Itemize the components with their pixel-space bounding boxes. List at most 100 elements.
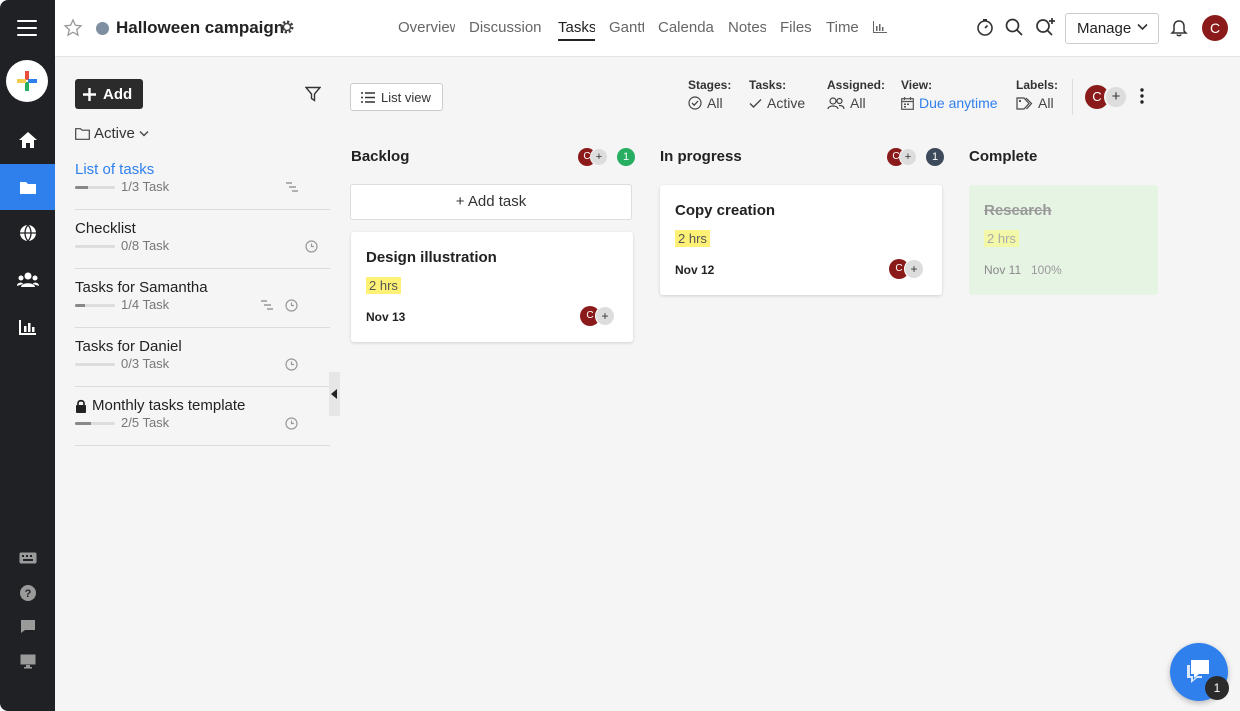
projects-nav[interactable] <box>0 164 55 210</box>
due-date: Nov 13 <box>366 310 406 324</box>
tag-icon <box>1016 96 1033 110</box>
list-item[interactable]: List of tasks 1/3 Task <box>75 151 330 210</box>
add-assignee-button[interactable]: + <box>899 148 917 166</box>
add-member-button[interactable]: + <box>1104 85 1128 109</box>
stages-filter[interactable]: Stages: All <box>688 78 731 111</box>
add-task-button[interactable]: + Add task <box>350 184 632 220</box>
tab-reports[interactable] <box>873 0 887 56</box>
gantt-icon <box>286 182 298 192</box>
tab-tasks[interactable]: Tasks <box>558 0 595 56</box>
list-view-button[interactable]: List view <box>350 83 443 111</box>
labels-filter-value: All <box>1038 95 1054 111</box>
menu-icon[interactable] <box>17 20 37 36</box>
column-assignees: C + 1 <box>578 148 638 168</box>
time-estimate: 2 hrs <box>366 277 401 294</box>
tab-discussion[interactable]: Discussion <box>469 0 544 56</box>
collapse-panel-handle[interactable] <box>329 372 340 416</box>
star-icon[interactable] <box>63 18 83 38</box>
list-name: Checklist <box>75 220 136 237</box>
assigned-filter[interactable]: Assigned: All <box>827 78 885 111</box>
tab-files[interactable]: Files <box>780 0 812 56</box>
more-options-icon[interactable] <box>1140 88 1144 104</box>
tab-calendar[interactable]: Calendar <box>658 0 714 56</box>
time-estimate: 2 hrs <box>675 230 710 247</box>
tasks-filter-value: Active <box>767 95 806 111</box>
comment-icon <box>20 619 35 633</box>
labels-filter[interactable]: Labels: All <box>1016 78 1058 111</box>
column-title-backlog: Backlog <box>351 148 410 165</box>
feedback-button[interactable] <box>0 611 55 641</box>
due-date: Nov 12 <box>675 263 715 277</box>
list-name-row: Monthly tasks template <box>75 397 245 414</box>
task-card[interactable]: Design illustration 2 hrs Nov 13 C + <box>351 232 633 342</box>
task-title: Copy creation <box>675 202 776 219</box>
desktop-app-button[interactable] <box>0 646 55 676</box>
stages-filter-value: All <box>707 95 723 111</box>
help-icon: ? <box>19 585 36 601</box>
list-name: List of tasks <box>75 161 155 178</box>
search-icon[interactable] <box>1005 18 1023 36</box>
filter-icon[interactable] <box>305 86 321 102</box>
task-card[interactable]: Copy creation 2 hrs Nov 12 C + <box>660 185 942 295</box>
status-filter[interactable]: Active <box>75 125 153 142</box>
help-button[interactable]: ? <box>0 578 55 608</box>
list-item[interactable]: Tasks for Daniel 0/3 Task <box>75 328 330 387</box>
task-card-complete[interactable]: Research 2 hrs Nov 11 100% <box>969 185 1158 295</box>
bell-icon[interactable] <box>1170 18 1188 37</box>
task-title: Research <box>984 202 1052 219</box>
add-list-button[interactable]: Add <box>75 79 143 109</box>
gear-icon[interactable] <box>279 19 295 35</box>
project-title: Halloween campaign <box>116 18 285 37</box>
top-bar: Halloween campaign Overview Discussion T… <box>55 0 1240 57</box>
time-tracker-icon[interactable] <box>976 18 994 36</box>
tab-time[interactable]: Time <box>826 0 859 56</box>
globe-nav[interactable] <box>0 210 55 256</box>
tab-gantt[interactable]: Gantt <box>609 0 644 56</box>
assigned-filter-label: Assigned: <box>827 78 886 92</box>
list-item[interactable]: Monthly tasks template 2/5 Task <box>75 387 330 446</box>
clock-icon <box>305 240 318 253</box>
task-count-badge: 1 <box>617 148 635 166</box>
project-color-dot <box>96 22 109 35</box>
new-button[interactable] <box>6 60 48 102</box>
add-assignee-button[interactable]: + <box>904 259 924 279</box>
tasks-filter[interactable]: Tasks: Active <box>749 78 805 111</box>
list-icon <box>361 91 375 103</box>
view-filter-label: View: <box>901 78 933 92</box>
clock-icon <box>285 299 298 312</box>
task-count: 1/3 Task <box>121 179 170 194</box>
left-rail: ? <box>0 0 55 711</box>
keyboard-shortcuts[interactable] <box>0 543 55 573</box>
lock-icon <box>76 399 86 413</box>
progress-bar <box>75 245 115 248</box>
add-assignee-button[interactable]: + <box>595 306 615 326</box>
tab-overview[interactable]: Overview <box>398 0 455 56</box>
add-search-icon[interactable] <box>1035 18 1055 36</box>
task-count-badge: 1 <box>926 148 944 166</box>
gantt-icon <box>261 300 273 310</box>
task-count: 1/4 Task <box>121 297 170 312</box>
caret-left-icon <box>331 389 337 399</box>
project-tabs: Overview Discussion Tasks Gantt Calendar… <box>398 0 901 56</box>
completion-percent: 100% <box>1031 263 1062 277</box>
task-count: 0/8 Task <box>121 238 170 253</box>
list-item[interactable]: Tasks for Samantha 1/4 Task <box>75 269 330 328</box>
people-icon <box>827 96 845 109</box>
task-title: Design illustration <box>366 249 497 266</box>
progress-bar <box>75 186 115 189</box>
chat-unread-badge: 1 <box>1205 676 1229 700</box>
reports-nav[interactable] <box>0 304 55 350</box>
list-item[interactable]: Checklist 0/8 Task <box>75 210 330 269</box>
view-filter[interactable]: View: Due anytime <box>901 78 998 111</box>
check-circle-icon <box>688 96 702 110</box>
stages-filter-label: Stages: <box>688 78 732 92</box>
plus-icon <box>83 87 96 101</box>
user-avatar[interactable]: C <box>1202 15 1228 41</box>
add-assignee-button[interactable]: + <box>590 148 608 166</box>
tab-notes[interactable]: Notes <box>728 0 766 56</box>
manage-button[interactable]: Manage <box>1065 13 1159 44</box>
people-nav[interactable] <box>0 257 55 303</box>
keyboard-icon <box>19 552 36 564</box>
home-nav[interactable] <box>0 117 55 163</box>
bar-chart-icon <box>873 21 887 33</box>
